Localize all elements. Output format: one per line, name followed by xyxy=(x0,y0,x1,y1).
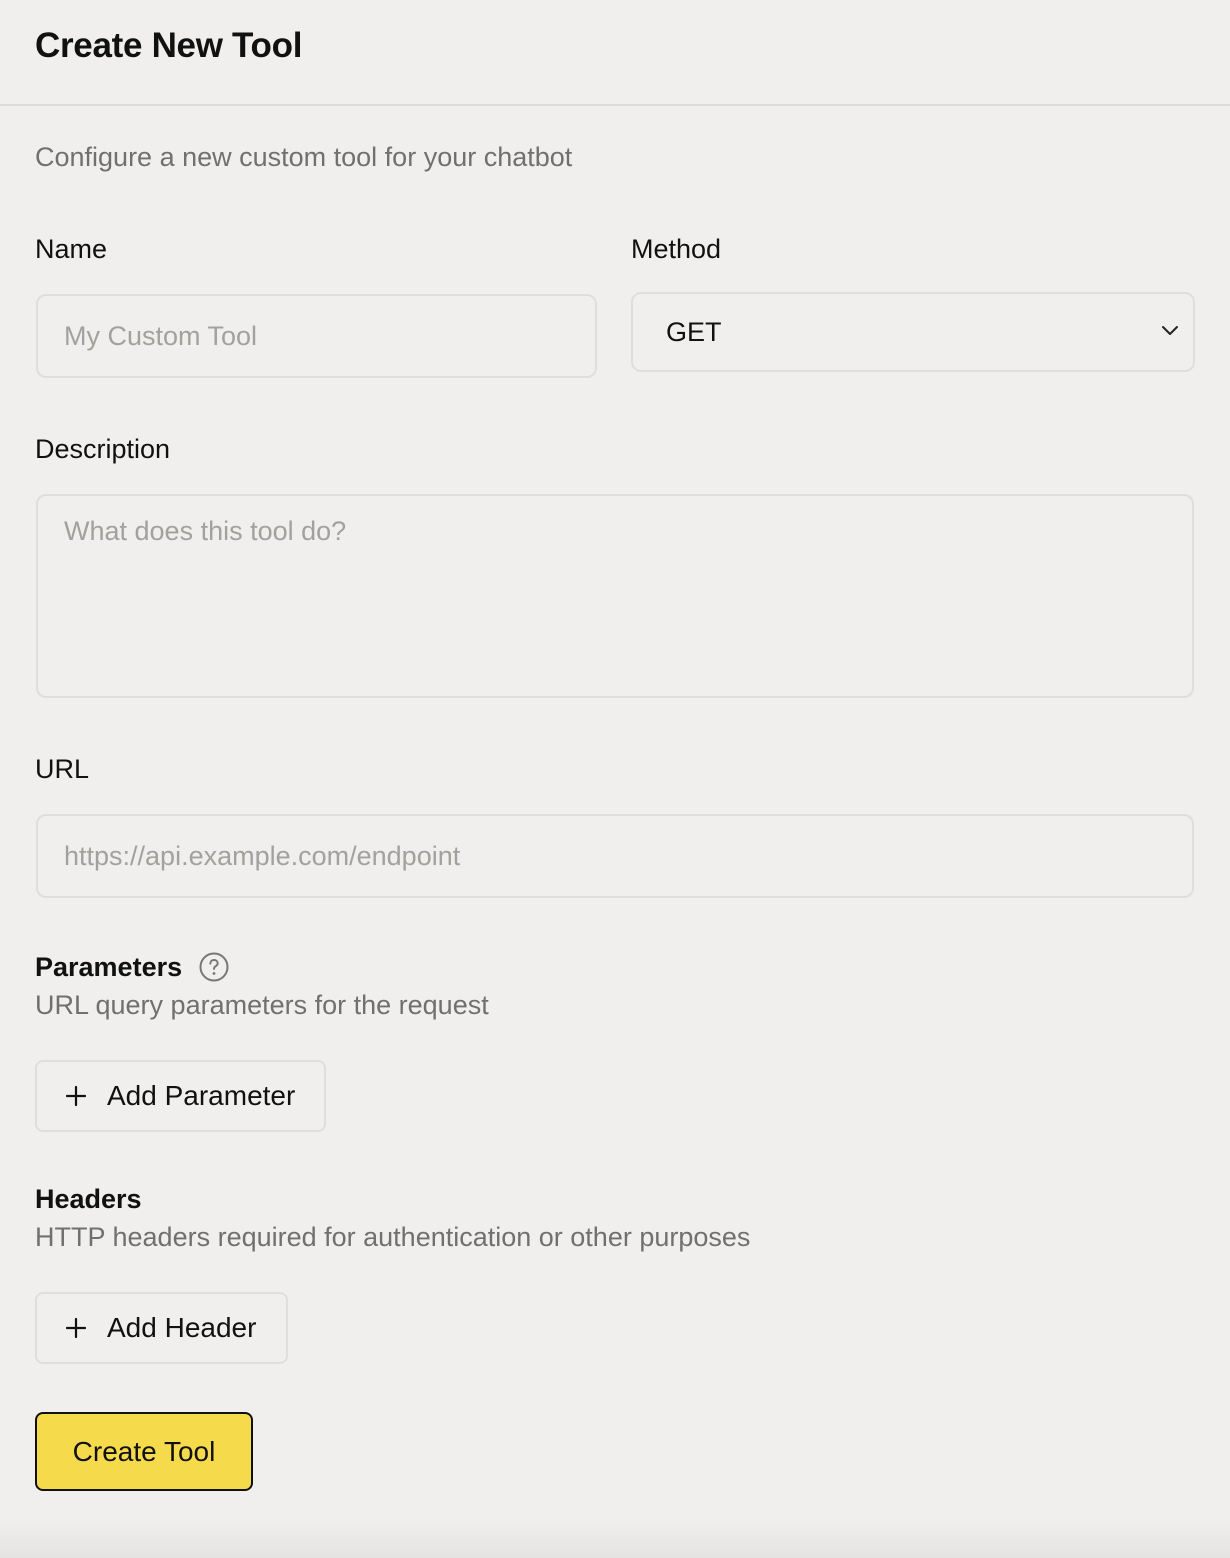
parameters-title: Parameters xyxy=(35,951,183,982)
add-header-button[interactable]: Add Header xyxy=(35,1292,288,1364)
add-header-label: Add Header xyxy=(107,1312,257,1343)
url-label: URL xyxy=(35,754,90,784)
headers-title: Headers xyxy=(35,1184,142,1214)
name-label: Name xyxy=(35,234,108,264)
name-input[interactable] xyxy=(36,294,597,378)
bottom-fade xyxy=(0,1518,1230,1558)
add-parameter-button[interactable]: Add Parameter xyxy=(35,1060,326,1132)
plus-icon xyxy=(65,1085,87,1107)
page-title: Create New Tool xyxy=(35,26,303,65)
help-circle-icon[interactable] xyxy=(198,951,230,983)
headers-description: HTTP headers required for authentication… xyxy=(35,1222,751,1252)
method-selected-value: GET xyxy=(666,316,722,347)
plus-icon xyxy=(65,1317,87,1339)
chevron-down-icon xyxy=(1159,319,1181,346)
method-label: Method xyxy=(631,234,722,264)
page-header: Create New Tool xyxy=(0,0,1230,106)
description-label: Description xyxy=(35,434,171,464)
add-parameter-label: Add Parameter xyxy=(107,1080,296,1111)
form-subtitle: Configure a new custom tool for your cha… xyxy=(35,142,573,172)
headers-section-title: Headers xyxy=(35,1184,142,1215)
parameters-description: URL query parameters for the request xyxy=(35,990,489,1020)
method-select[interactable]: GET xyxy=(631,292,1195,372)
url-input[interactable] xyxy=(36,814,1194,898)
description-textarea[interactable] xyxy=(36,494,1194,698)
create-tool-button[interactable]: Create Tool xyxy=(35,1412,253,1491)
create-tool-page: Create New Tool Configure a new custom t… xyxy=(0,0,1230,1558)
parameters-section-title: Parameters xyxy=(35,951,230,983)
